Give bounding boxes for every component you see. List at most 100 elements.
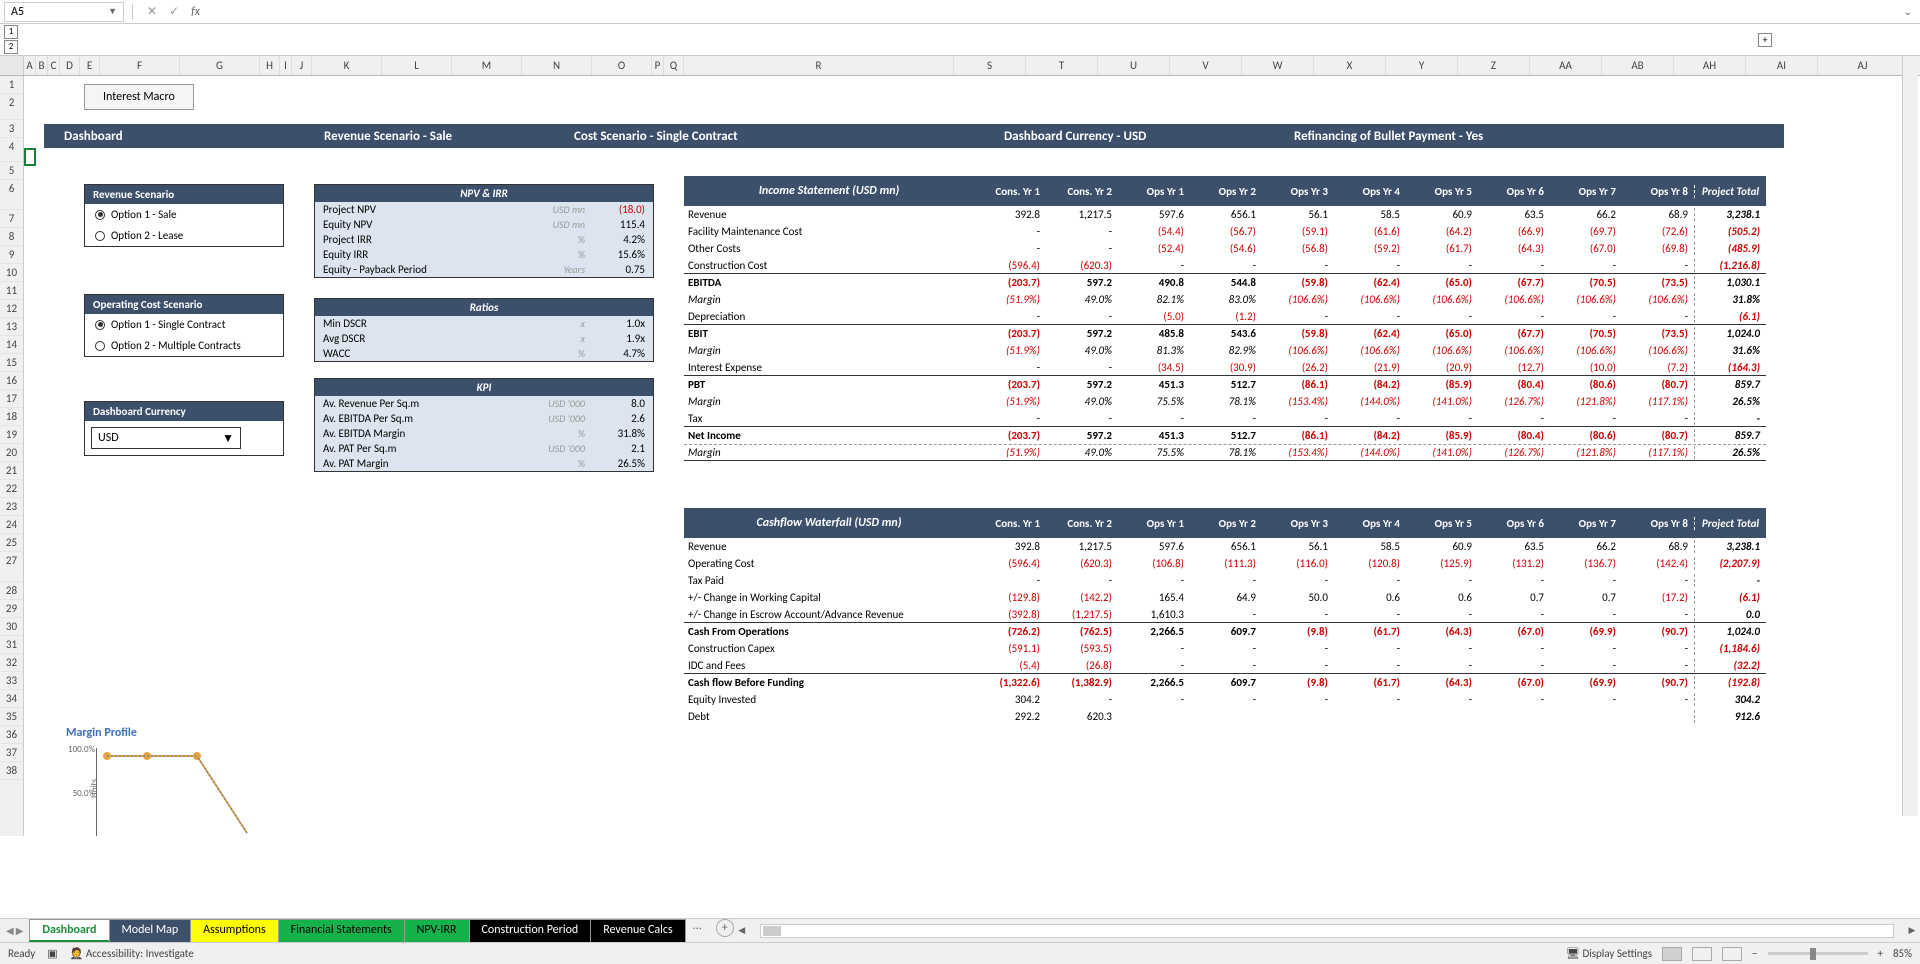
row-30[interactable]: 30: [0, 618, 23, 636]
col-M[interactable]: M: [452, 56, 522, 75]
cancel-icon[interactable]: ✕: [147, 4, 157, 19]
col-P[interactable]: P: [652, 56, 664, 75]
col-I[interactable]: I: [280, 56, 292, 75]
zoom-in-icon[interactable]: +: [1878, 947, 1883, 960]
currency-select[interactable]: USD ▼: [91, 427, 241, 449]
col-E[interactable]: E: [80, 56, 100, 75]
tab-construction-period[interactable]: Construction Period: [469, 919, 592, 942]
col-AB[interactable]: AB: [1602, 56, 1674, 75]
row-33[interactable]: 33: [0, 672, 23, 690]
row-6[interactable]: 6: [0, 180, 23, 210]
col-J[interactable]: J: [292, 56, 312, 75]
col-V[interactable]: V: [1170, 56, 1242, 75]
row-37[interactable]: 37: [0, 744, 23, 762]
col-Y[interactable]: Y: [1386, 56, 1458, 75]
view-page-break-icon[interactable]: [1722, 947, 1742, 961]
col-R[interactable]: R: [684, 56, 954, 75]
cost-option-1[interactable]: Option 1 - Single Contract: [85, 314, 283, 335]
view-page-layout-icon[interactable]: [1692, 947, 1712, 961]
col-Q[interactable]: Q: [664, 56, 684, 75]
row-23[interactable]: 23: [0, 498, 23, 516]
macro-record-icon[interactable]: ▣: [47, 947, 57, 960]
accept-icon[interactable]: ✓: [169, 4, 179, 19]
row-27[interactable]: 27: [0, 552, 23, 582]
col-U[interactable]: U: [1098, 56, 1170, 75]
formula-input[interactable]: [206, 2, 1904, 22]
name-box[interactable]: A5 ▼: [4, 2, 124, 22]
row-1[interactable]: 1: [0, 76, 23, 94]
row-36[interactable]: 36: [0, 726, 23, 744]
col-D[interactable]: D: [60, 56, 80, 75]
tab-dashboard[interactable]: Dashboard: [29, 919, 109, 942]
name-box-caret-icon[interactable]: ▼: [108, 6, 117, 17]
view-normal-icon[interactable]: [1662, 947, 1682, 961]
row-12[interactable]: 12: [0, 300, 23, 318]
row-10[interactable]: 10: [0, 264, 23, 282]
col-G[interactable]: G: [180, 56, 260, 75]
row-13[interactable]: 13: [0, 318, 23, 336]
row-16[interactable]: 16: [0, 372, 23, 390]
col-K[interactable]: K: [312, 56, 382, 75]
row-35[interactable]: 35: [0, 708, 23, 726]
col-X[interactable]: X: [1314, 56, 1386, 75]
expand-formula-icon[interactable]: ⌄: [1904, 5, 1912, 18]
tab-nav-next-icon[interactable]: ▶: [16, 924, 24, 937]
interest-macro-button[interactable]: Interest Macro: [84, 84, 194, 110]
revenue-option-1[interactable]: Option 1 - Sale: [85, 204, 283, 225]
zoom-level[interactable]: 85%: [1893, 947, 1912, 960]
tab-model-map[interactable]: Model Map: [109, 919, 192, 942]
vertical-scrollbar[interactable]: [1902, 56, 1918, 816]
col-S[interactable]: S: [954, 56, 1026, 75]
sheet-grid[interactable]: Interest Macro Dashboard Revenue Scenari…: [24, 76, 1920, 836]
col-O[interactable]: O: [592, 56, 652, 75]
row-14[interactable]: 14: [0, 336, 23, 354]
add-sheet-icon[interactable]: +: [716, 919, 734, 937]
col-W[interactable]: W: [1242, 56, 1314, 75]
row-28[interactable]: 28: [0, 582, 23, 600]
row-9[interactable]: 9: [0, 246, 23, 264]
outline-level-2[interactable]: 2: [4, 40, 18, 54]
row-3[interactable]: 3: [0, 120, 23, 138]
row-29[interactable]: 29: [0, 600, 23, 618]
row-4[interactable]: 4: [0, 138, 23, 162]
col-N[interactable]: N: [522, 56, 592, 75]
zoom-out-icon[interactable]: −: [1752, 947, 1757, 960]
row-19[interactable]: 19: [0, 426, 23, 444]
hscroll-right-icon[interactable]: ▶: [1904, 925, 1920, 936]
hscroll-left-icon[interactable]: ◀: [734, 925, 750, 936]
tab-nav-prev-icon[interactable]: ◀: [6, 924, 14, 937]
row-24[interactable]: 24: [0, 516, 23, 534]
outline-level-1[interactable]: 1: [4, 25, 18, 39]
tab-financial-statements[interactable]: Financial Statements: [278, 919, 405, 942]
row-21[interactable]: 21: [0, 462, 23, 480]
row-32[interactable]: 32: [0, 654, 23, 672]
row-25[interactable]: 25: [0, 534, 23, 552]
row-22[interactable]: 22: [0, 480, 23, 498]
row-38[interactable]: 38: [0, 762, 23, 780]
col-Z[interactable]: Z: [1458, 56, 1530, 75]
row-2[interactable]: 2: [0, 94, 23, 120]
row-31[interactable]: 31: [0, 636, 23, 654]
col-AJ[interactable]: AJ: [1818, 56, 1908, 75]
outline-expand-icon[interactable]: +: [1758, 33, 1772, 47]
col-F[interactable]: F: [100, 56, 180, 75]
tab-more[interactable]: ...: [685, 919, 710, 942]
col-T[interactable]: T: [1026, 56, 1098, 75]
horizontal-scrollbar[interactable]: [760, 924, 1894, 938]
row-7[interactable]: 7: [0, 210, 23, 228]
tab-npv-irr[interactable]: NPV-IRR: [404, 919, 470, 942]
col-AA[interactable]: AA: [1530, 56, 1602, 75]
row-20[interactable]: 20: [0, 444, 23, 462]
cost-option-2[interactable]: Option 2 - Multiple Contracts: [85, 335, 283, 356]
fx-icon[interactable]: fx: [191, 5, 200, 19]
row-5[interactable]: 5: [0, 162, 23, 180]
col-C[interactable]: C: [48, 56, 60, 75]
col-L[interactable]: L: [382, 56, 452, 75]
row-8[interactable]: 8: [0, 228, 23, 246]
row-11[interactable]: 11: [0, 282, 23, 300]
accessibility-status[interactable]: 🤵 Accessibility: Investigate: [70, 947, 194, 960]
select-all-corner[interactable]: [0, 56, 24, 75]
row-18[interactable]: 18: [0, 408, 23, 426]
row-34[interactable]: 34: [0, 690, 23, 708]
col-AH[interactable]: AH: [1674, 56, 1746, 75]
